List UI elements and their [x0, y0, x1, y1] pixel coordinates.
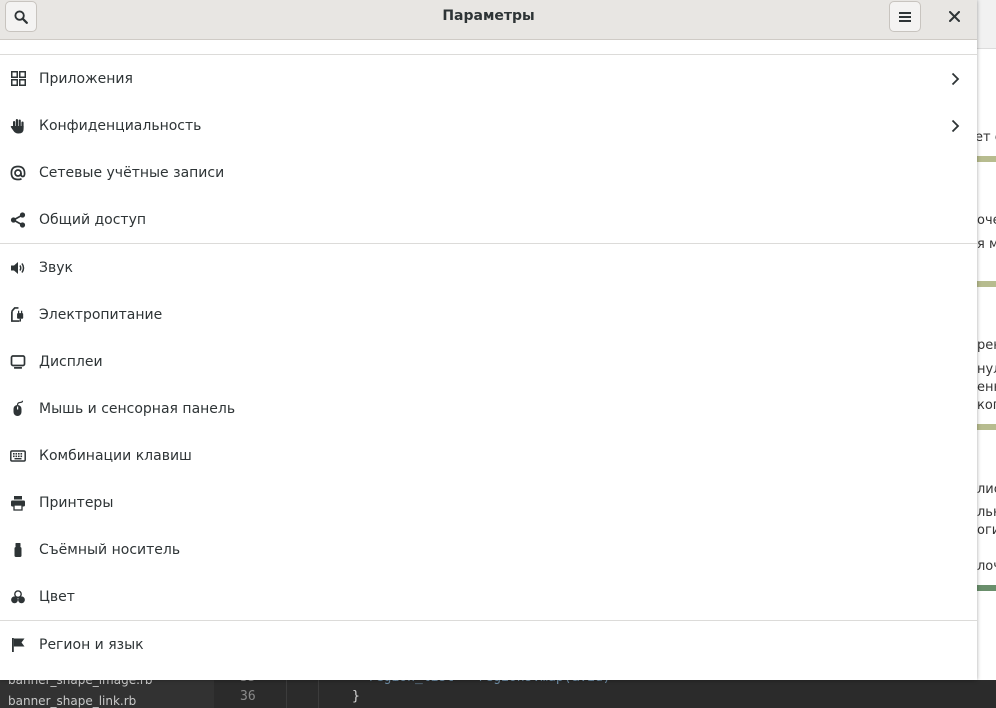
sidebar-item-label: Приложения: [39, 70, 133, 87]
sidebar-item-label: Комбинации клавиш: [39, 447, 192, 464]
color-circles-icon: [10, 589, 26, 605]
at-sign-icon: [10, 165, 26, 181]
sidebar-item-sharing[interactable]: Общий доступ: [0, 196, 977, 243]
settings-panel-list: Приложения Конфиденциальность Сетевые уч…: [0, 40, 977, 668]
monitor-icon: [10, 354, 26, 370]
sidebar-item-online-accounts[interactable]: Сетевые учётные записи: [0, 149, 977, 196]
sidebar-item-label: Звук: [39, 259, 73, 276]
sidebar-item-label: Мышь и сенсорная панель: [39, 400, 236, 417]
sidebar-item-label: Цвет: [39, 588, 75, 605]
printer-icon: [10, 495, 26, 511]
hand-icon: [10, 118, 26, 134]
sidebar-item-label: Принтеры: [39, 494, 114, 511]
power-plug-icon: [10, 307, 26, 323]
background-highlight-bar: [977, 156, 996, 162]
code-line: }: [352, 689, 360, 704]
sidebar-item-color[interactable]: Цвет: [0, 573, 977, 620]
hamburger-menu-icon: [899, 11, 911, 22]
sidebar-item-label: Общий доступ: [39, 211, 147, 228]
search-button[interactable]: [5, 1, 37, 32]
sidebar-item-keyboard[interactable]: Комбинации клавиш: [0, 432, 977, 479]
sidebar-item-label: Съёмный носитель: [39, 541, 181, 558]
sidebar-item-displays[interactable]: Дисплеи: [0, 338, 977, 385]
background-window: ет с очен я мо рен нул енн ког лис льн о…: [977, 0, 996, 680]
flag-icon: [10, 637, 26, 653]
close-button[interactable]: [938, 1, 970, 32]
background-highlight-bar: [977, 424, 996, 430]
background-text-fragment: я мо: [977, 237, 996, 252]
sidebar-item-privacy[interactable]: Конфиденциальность: [0, 102, 977, 149]
main-menu-button[interactable]: [889, 1, 921, 32]
sidebar-item-label: Электропитание: [39, 306, 163, 323]
settings-window: Параметры Приложения Конфиденциальность …: [0, 0, 977, 680]
search-icon: [14, 9, 28, 24]
file-tree: banner_shape_image.rb banner_shape_link.…: [0, 673, 214, 708]
background-text-fragment: ет с: [977, 130, 996, 145]
background-highlight-bar: [977, 281, 996, 287]
file-tree-item[interactable]: banner_shape_link.rb: [8, 694, 136, 708]
sidebar-item-printers[interactable]: Принтеры: [0, 479, 977, 526]
line-number: 36: [240, 689, 256, 704]
background-text-fragment: льн: [977, 505, 996, 520]
background-editor: banner_shape_image.rb banner_shape_link.…: [0, 670, 996, 708]
editor-divider: [318, 680, 319, 708]
sidebar-item-mouse[interactable]: Мышь и сенсорная панель: [0, 385, 977, 432]
background-text-fragment: огич: [977, 523, 996, 538]
chevron-right-icon: [948, 119, 962, 133]
close-icon: [948, 11, 960, 22]
background-text-fragment: лоч: [977, 559, 996, 574]
background-text-fragment: лис: [977, 482, 996, 497]
keyboard-icon: [10, 448, 26, 464]
share-icon: [10, 211, 26, 228]
window-title: Параметры: [442, 8, 535, 24]
sidebar-item-label: Сетевые учётные записи: [39, 164, 225, 181]
background-text-fragment: рен: [977, 338, 996, 353]
background-window-header: [977, 0, 996, 49]
sidebar-item-power[interactable]: Электропитание: [0, 291, 977, 338]
background-text-fragment: ког: [977, 398, 996, 413]
sidebar-item-label: Конфиденциальность: [39, 117, 202, 134]
speaker-icon: [10, 260, 26, 276]
background-text-fragment: енн: [977, 380, 996, 395]
editor-divider: [286, 680, 287, 708]
mouse-icon: [10, 400, 26, 417]
sidebar-item-label: Дисплеи: [39, 353, 103, 370]
header-bar: Параметры: [0, 0, 977, 40]
sidebar-item-removable-media[interactable]: Съёмный носитель: [0, 526, 977, 573]
background-text-fragment: очен: [977, 213, 996, 228]
background-text-fragment: нул: [977, 362, 996, 377]
chevron-right-icon: [948, 72, 962, 86]
sidebar-item-region[interactable]: Регион и язык: [0, 621, 977, 668]
sidebar-item-apps[interactable]: Приложения: [0, 55, 977, 102]
usb-icon: [10, 542, 26, 558]
background-highlight-bar: [977, 585, 996, 591]
sidebar-item-label: Регион и язык: [39, 636, 144, 653]
sidebar-item-sound[interactable]: Звук: [0, 244, 977, 291]
apps-grid-icon: [10, 71, 26, 87]
